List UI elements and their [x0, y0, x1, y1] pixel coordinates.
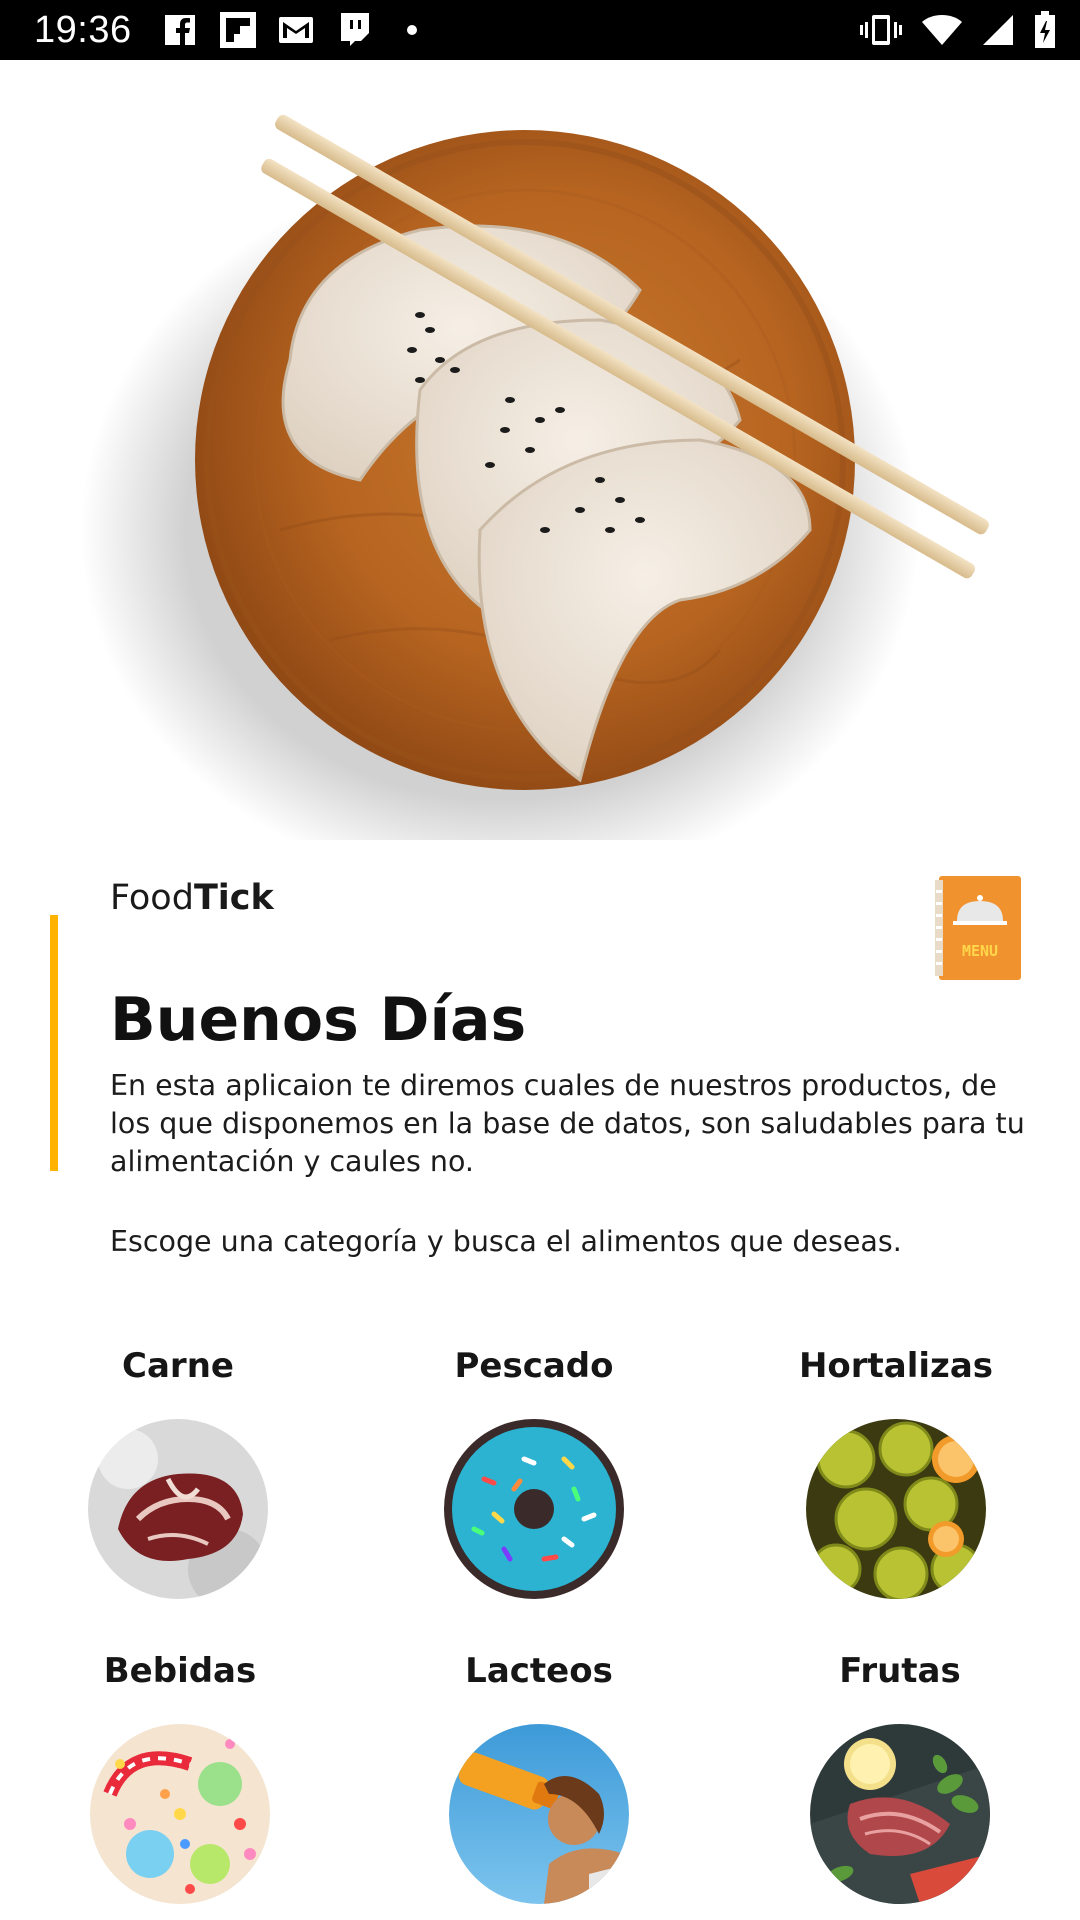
flipboard-icon: [218, 10, 258, 50]
category-label: Frutas: [839, 1651, 961, 1691]
category-label: Bebidas: [103, 1651, 257, 1691]
category-image-lacteos[interactable]: [449, 1724, 629, 1904]
category-pescado[interactable]: Pescado: [404, 1341, 664, 1599]
hero-image: [0, 60, 1080, 840]
category-frutas[interactable]: Frutas: [770, 1646, 1030, 1904]
category-label: Hortalizas: [798, 1346, 994, 1386]
category-image-carne[interactable]: [88, 1419, 268, 1599]
category-carne[interactable]: Carne: [48, 1341, 308, 1599]
instruction-text: Escoge una categoría y busca el alimento…: [110, 1225, 902, 1258]
category-hortalizas[interactable]: Hortalizas: [766, 1341, 1026, 1599]
system-icons: [860, 10, 1056, 50]
signal-icon: [982, 10, 1014, 50]
category-bebidas[interactable]: Bebidas: [50, 1646, 310, 1904]
category-label: Lacteos: [465, 1651, 613, 1691]
status-bar: 19:36: [0, 0, 1080, 60]
category-image-hortalizas[interactable]: [806, 1419, 986, 1599]
accent-bar: [50, 915, 58, 1171]
menu-label: MENU: [962, 942, 998, 960]
battery-icon: [1034, 10, 1056, 50]
status-time: 19:36: [34, 8, 132, 51]
greeting-title: Buenos Días: [110, 985, 527, 1055]
app-logo-text: FoodTick: [110, 878, 274, 918]
twitch-icon: [334, 10, 374, 50]
facebook-icon: [160, 10, 200, 50]
vibrate-icon: [860, 10, 902, 50]
category-image-frutas[interactable]: [810, 1724, 990, 1904]
intro-description: En esta aplicaion te diremos cuales de n…: [110, 1069, 1025, 1178]
menu-button[interactable]: MENU: [935, 876, 1021, 980]
category-label: Pescado: [454, 1346, 614, 1386]
notification-icons: [160, 10, 432, 50]
category-image-pescado[interactable]: [444, 1419, 624, 1599]
category-label: Carne: [122, 1346, 234, 1386]
wifi-icon: [922, 10, 962, 50]
category-lacteos[interactable]: Lacteos: [409, 1646, 669, 1904]
brand-bold: Tick: [193, 878, 274, 918]
gmail-icon: [276, 10, 316, 50]
brand-prefix: Food: [110, 878, 194, 918]
more-dot-icon: [392, 10, 432, 50]
category-image-bebidas[interactable]: [90, 1724, 270, 1904]
